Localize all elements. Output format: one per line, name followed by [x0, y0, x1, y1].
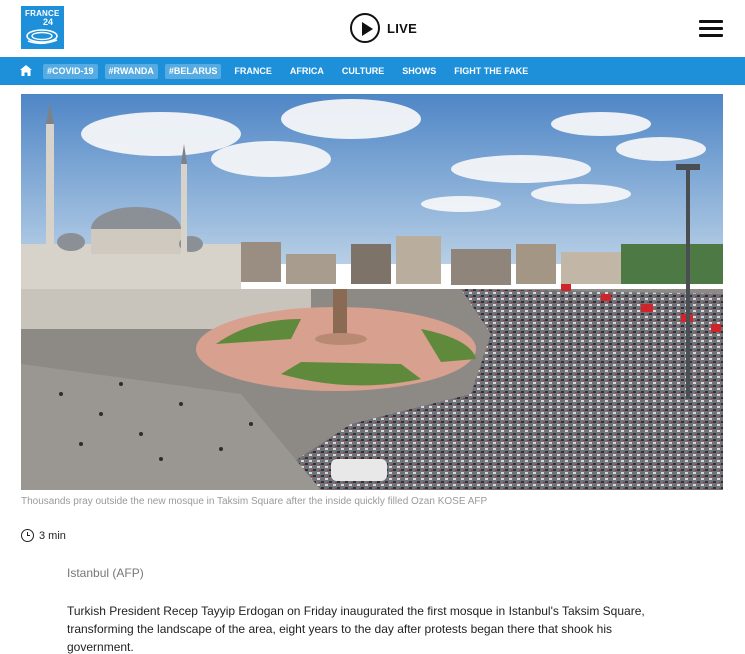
- site-header: FRANCE 24 LIVE: [0, 0, 745, 57]
- nav-link-shows[interactable]: SHOWS: [402, 64, 436, 79]
- clock-icon: [21, 529, 34, 542]
- nav-link-fight-the-fake[interactable]: FIGHT THE FAKE: [454, 64, 528, 79]
- read-time-label: 3 min: [39, 529, 66, 542]
- home-icon[interactable]: [20, 65, 32, 76]
- nav-tag-rwanda[interactable]: #RWANDA: [104, 63, 158, 79]
- nav-tag-belarus[interactable]: #BELARUS: [164, 63, 222, 79]
- nav-tag-covid[interactable]: #COVID-19: [43, 63, 98, 79]
- logo-wave-icon: [26, 29, 58, 45]
- nav-link-culture[interactable]: CULTURE: [342, 64, 384, 79]
- hamburger-menu-icon[interactable]: [699, 20, 723, 38]
- nav-link-france[interactable]: FRANCE: [234, 64, 272, 79]
- live-button[interactable]: LIVE: [350, 12, 417, 44]
- main-nav: #COVID-19 #RWANDA #BELARUS FRANCE AFRICA…: [0, 57, 745, 85]
- article-photo: [21, 94, 723, 490]
- play-icon: [350, 13, 380, 43]
- read-time: 3 min: [21, 529, 66, 542]
- france24-logo[interactable]: FRANCE 24: [21, 6, 64, 49]
- nav-link-africa[interactable]: AFRICA: [290, 64, 324, 79]
- article-lead-paragraph: Turkish President Recep Tayyip Erdogan o…: [67, 604, 645, 654]
- article-dateline: Istanbul (AFP): [67, 566, 144, 580]
- photo-caption: Thousands pray outside the new mosque in…: [21, 496, 488, 507]
- live-label: LIVE: [387, 20, 418, 36]
